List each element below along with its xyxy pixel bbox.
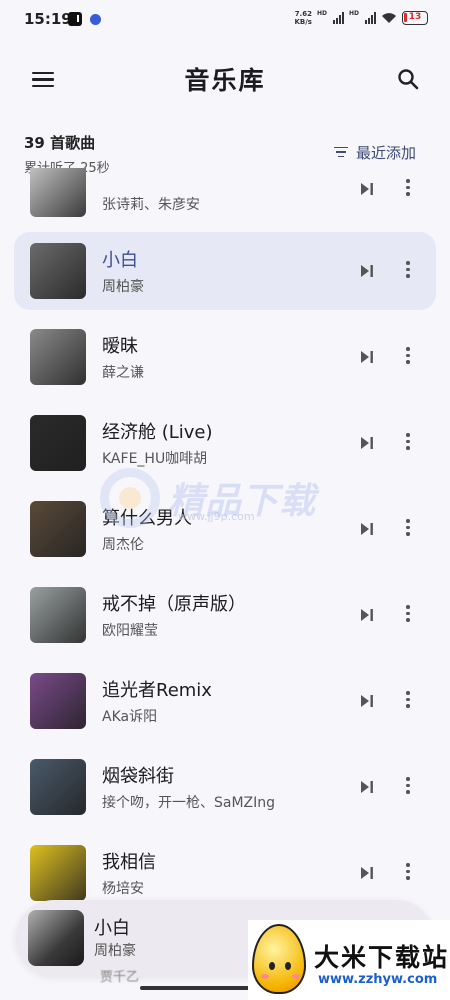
play-next-icon[interactable] [360,780,374,794]
app-notification-icon [90,14,101,25]
song-list[interactable]: 张诗莉、朱彦安 小白 周柏豪 暧昧 薛之谦 经济舱 (Live) KAFE_HU咖啡胡 算什么… [0,168,450,1000]
more-options-icon[interactable] [406,605,410,623]
song-artist: 欧阳耀莹 [102,623,158,639]
battery-level: 13 [408,12,422,22]
play-next-icon[interactable] [360,350,374,364]
more-options-icon[interactable] [406,519,410,537]
play-next-icon[interactable] [360,866,374,880]
hd-label: HD [316,10,327,17]
song-row[interactable]: 算什么男人 周杰伦 [14,490,436,568]
watermark-url: www.jj9p.com [178,510,255,523]
more-options-icon[interactable] [406,863,410,881]
album-cover [30,168,86,217]
play-next-icon[interactable] [360,608,374,622]
song-artist: 张诗莉、朱彦安 [102,197,200,213]
song-title: 烟袋斜街 [102,766,174,787]
song-row[interactable]: 追光者Remix AKa诉阳 [14,662,436,740]
album-cover [30,759,86,815]
song-title: 戒不掉（原声版） [102,594,246,615]
signal-2-icon [365,12,376,24]
song-artist: AKa诉阳 [102,709,158,725]
album-cover [30,845,86,901]
song-title: 我相信 [102,852,156,873]
song-row[interactable]: 暧昧 薛之谦 [14,318,436,396]
album-cover [30,329,86,385]
song-artist: 杨培安 [102,881,144,897]
corner-logo-title: 大米下载站 [314,943,450,972]
more-options-icon[interactable] [406,261,410,279]
corner-logo-url: www.zzhyw.com [318,972,438,987]
mini-player-title: 小白 [94,918,130,939]
sort-label: 最近添加 [355,144,416,162]
song-row[interactable]: 经济舱 (Live) KAFE_HU咖啡胡 [14,404,436,482]
song-row[interactable]: 张诗莉、朱彦安 [14,168,436,228]
song-row[interactable]: 戒不掉（原声版） 欧阳耀莹 [14,576,436,654]
play-next-icon[interactable] [360,694,374,708]
status-icons: 7.62 KB/s HD HD 13 [294,10,428,26]
song-title: 追光者Remix [102,680,212,701]
album-cover [30,415,86,471]
song-row[interactable]: 烟袋斜街接个吻，开一枪、SaMZIng [14,748,436,826]
tiktok-notification-icon [68,12,82,26]
album-cover [30,673,86,729]
status-time: 15:19 [24,10,72,28]
song-artist: 周杰伦 [102,537,144,553]
album-cover [30,243,86,299]
egg-mascot-icon [252,924,306,994]
peek-artist: 贾千乙 [100,970,140,985]
play-next-icon[interactable] [360,264,374,278]
more-options-icon[interactable] [406,433,410,451]
album-cover [30,501,86,557]
song-title: 经济舱 (Live) [102,422,213,443]
sort-button[interactable]: 最近添加 [333,142,416,163]
more-options-icon[interactable] [406,691,410,709]
song-row[interactable]: 小白 周柏豪 [14,232,436,310]
album-cover [30,587,86,643]
song-count: 39 首歌曲 [24,134,96,152]
page-title: 音乐库 [184,66,266,95]
network-speed-value: 7.62 [294,10,312,18]
corner-logo: 大米下载站 www.zzhyw.com [248,920,450,1000]
hd-label-2: HD [348,10,359,17]
wifi-icon [382,13,396,23]
status-bar: 15:19 7.62 KB/s HD HD 13 [0,0,450,40]
play-next-icon[interactable] [360,436,374,450]
more-options-icon[interactable] [406,179,410,197]
play-next-icon[interactable] [360,182,374,196]
mini-player-artist: 周柏豪 [94,943,136,959]
song-artist: KAFE_HU咖啡胡 [102,451,208,467]
song-artist: 接个吻，开一枪、SaMZIng [102,795,276,811]
more-options-icon[interactable] [406,347,410,365]
song-title: 暧昧 [102,336,138,357]
app-bar: 音乐库 [0,55,450,103]
sort-icon [333,146,348,159]
search-icon[interactable] [396,67,420,91]
battery-icon: 13 [402,11,428,25]
network-speed: 7.62 KB/s [294,10,311,26]
mini-player-cover [28,910,84,966]
network-speed-unit: KB/s [294,18,312,26]
song-artist: 周柏豪 [102,279,144,295]
song-artist: 薛之谦 [102,365,144,381]
signal-1-icon [332,12,344,24]
song-title: 小白 [102,250,138,271]
play-next-icon[interactable] [360,522,374,536]
more-options-icon[interactable] [406,777,410,795]
